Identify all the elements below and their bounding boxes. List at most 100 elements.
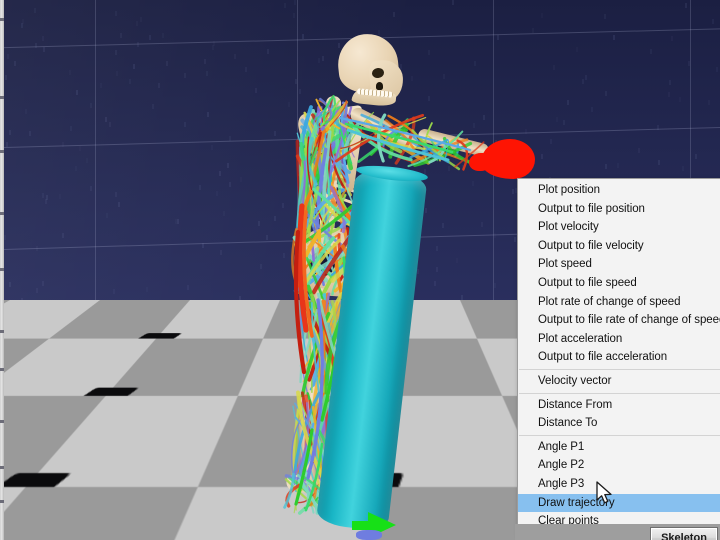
wall-speckle [348,48,350,53]
wall-speckle [234,54,236,59]
wall-speckle [116,71,118,76]
wall-speckle [582,79,584,84]
wall-speckle [299,89,301,94]
wall-speckle [712,19,714,24]
wall-speckle [556,117,558,122]
wall-speckle [399,275,401,280]
wall-speckle [514,237,516,242]
menu-output-file-velocity[interactable]: Output to file velocity [518,237,720,256]
wall-speckle [216,191,218,196]
wall-speckle [149,35,151,40]
wall-speckle [392,255,394,260]
wall-speckle [550,139,552,144]
menu-distance-to[interactable]: Distance To [518,414,720,433]
wall-speckle [274,131,276,136]
floor-tile [238,338,370,396]
wall-speckle [443,74,445,79]
wall-speckle [563,120,565,125]
wall-speckle [311,265,313,270]
wall-speckle [352,196,354,201]
menu-output-file-rate-of-change-of-speed[interactable]: Output to file rate of change of speed [518,311,720,330]
menu-velocity-vector[interactable]: Velocity vector [518,372,720,391]
menu-plot-acceleration[interactable]: Plot acceleration [518,330,720,349]
wall-speckle [472,181,474,186]
wall-speckle [478,145,480,150]
menu-plot-velocity[interactable]: Plot velocity [518,218,720,237]
menu-plot-speed[interactable]: Plot speed [518,255,720,274]
wall-speckle [266,235,268,240]
menu-output-file-speed[interactable]: Output to file speed [518,274,720,293]
menu-distance-from[interactable]: Distance From [518,396,720,415]
rail-tick [0,212,4,215]
menu-plot-position[interactable]: Plot position [518,181,720,200]
rail-tick [0,420,4,423]
wall-speckle [162,33,164,38]
wall-speckle [365,117,367,122]
menu-angle-p2[interactable]: Angle P2 [518,456,720,475]
wall-speckle [115,11,117,16]
rail-tick [0,330,4,333]
wall-speckle [605,164,607,169]
viewport-left-scrollbar[interactable] [0,0,4,540]
wall-speckle [184,122,186,127]
menu-output-file-position[interactable]: Output to file position [518,200,720,219]
wall-speckle [211,145,213,150]
menu-separator [519,368,720,370]
menu-draw-trajectory[interactable]: Draw trajectory [518,493,720,513]
wall-speckle [716,67,718,72]
rail-tick [0,500,4,503]
wall-speckle [283,253,285,258]
wall-speckle [436,267,438,272]
wall-speckle [411,76,413,81]
wall-speckle [483,115,485,120]
wall-speckle [682,166,684,171]
wall-vertical-line-2 [493,0,494,330]
skeleton-button[interactable]: Skeleton [650,527,718,540]
wall-speckle [206,71,208,76]
wall-speckle [199,185,201,190]
wall-speckle [187,285,189,290]
wall-speckle [29,131,31,136]
wall-speckle [152,104,154,109]
wall-speckle [258,221,260,226]
rail-tick [0,150,4,153]
wall-speckle [115,50,117,55]
wall-speckle [282,203,284,208]
wall-speckle [613,35,615,40]
wall-speckle [685,3,687,8]
wall-speckle [7,54,9,59]
menu-output-file-acceleration[interactable]: Output to file acceleration [518,348,720,367]
wall-speckle [365,81,367,86]
wall-speckle [43,47,45,52]
wall-speckle [137,42,139,47]
wall-speckle [474,61,476,66]
wall-speckle [129,79,131,84]
wall-speckle [393,50,395,55]
wall-speckle [204,59,206,64]
wall-speckle [133,64,135,69]
wall-speckle [638,148,640,153]
wall-speckle [120,33,122,38]
wall-speckle [166,61,168,66]
wall-speckle [419,209,421,214]
menu-angle-p3[interactable]: Angle P3 [518,475,720,494]
wall-speckle [553,65,555,70]
analysis-context-menu[interactable]: Plot position Output to file position Plot… [517,178,720,535]
wall-speckle [658,160,660,165]
wall-speckle [456,258,458,263]
wall-speckle [9,130,11,135]
wall-speckle [669,80,671,85]
wall-speckle [106,213,108,218]
wall-speckle [494,233,496,238]
wall-speckle [378,30,380,35]
wall-speckle [497,35,499,40]
menu-plot-rate-of-change-of-speed[interactable]: Plot rate of change of speed [518,293,720,312]
menu-angle-p1[interactable]: Angle P1 [518,438,720,457]
wall-speckle [442,223,444,228]
wall-speckle [486,166,488,171]
floor-tile [0,486,198,540]
rail-tick [0,368,4,371]
wall-speckle [541,154,543,159]
wall-speckle [36,288,38,293]
wall-speckle [207,112,209,117]
